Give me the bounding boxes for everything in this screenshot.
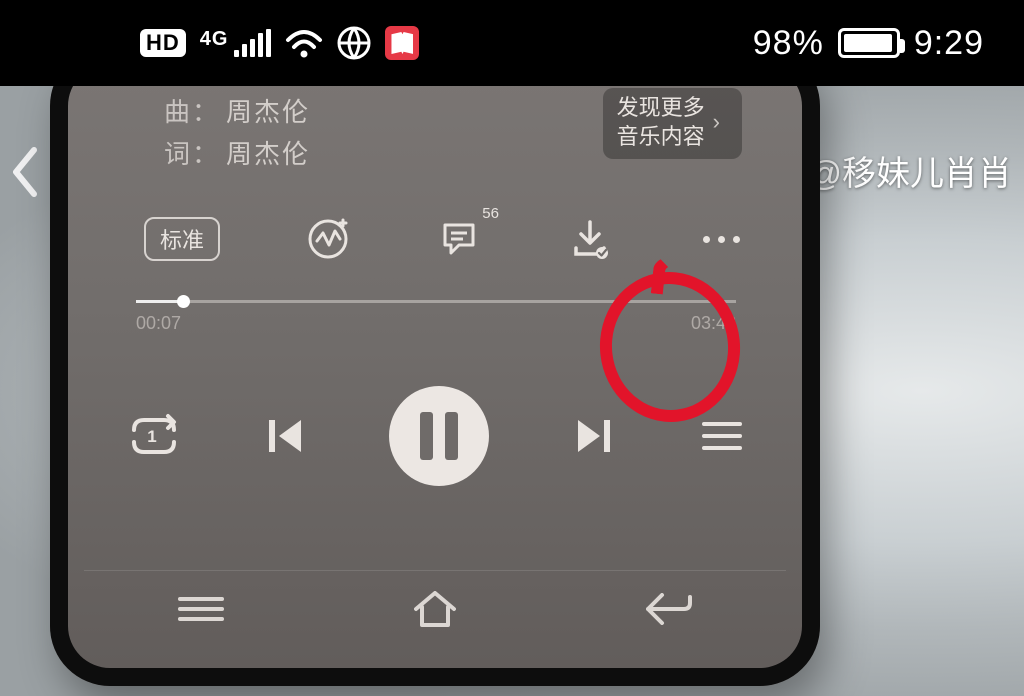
lyricist-name: 周杰伦 [226, 134, 310, 176]
composer-label: 曲： [164, 92, 220, 134]
discover-line2: 音乐内容 [617, 123, 705, 152]
pause-icon [420, 412, 433, 460]
battery-percent: 98% [753, 24, 824, 63]
action-row: 标准 56 [144, 204, 746, 274]
playlist-button[interactable] [698, 416, 746, 456]
music-player-screen: 曲： 周杰伦 词： 周杰伦 发现更多 音乐内容 › 标准 [84, 86, 786, 656]
watermark: @移妹儿肖肖 [807, 146, 1012, 195]
elapsed-time: 00:07 [136, 313, 181, 334]
more-options-button[interactable] [698, 215, 746, 263]
signal-bars-icon [234, 29, 271, 57]
comments-button[interactable]: 56 [435, 215, 483, 263]
previous-track-button[interactable] [261, 412, 309, 460]
total-time: 03:43 [691, 313, 736, 334]
android-nav-bar [84, 570, 786, 646]
cellular-signal-icon: 4G [200, 29, 272, 57]
home-button[interactable] [408, 587, 462, 631]
discover-more-button[interactable]: 发现更多 音乐内容 › [603, 88, 742, 159]
video-frame: @移妹儿肖肖 曲： 周杰伦 词： 周杰伦 发现更多 音乐内容 [0, 86, 1024, 696]
repeat-one-button[interactable]: 1 [124, 412, 180, 460]
lyricist-label: 词： [164, 134, 220, 176]
battery-icon [838, 28, 900, 58]
status-left-cluster: HD 4G [140, 26, 419, 60]
status-right-cluster: 98% 9:29 [753, 24, 984, 63]
clock: 9:29 [914, 24, 984, 63]
book-app-icon [385, 26, 419, 60]
sound-effect-button[interactable] [304, 215, 352, 263]
phone-body: 曲： 周杰伦 词： 周杰伦 发现更多 音乐内容 › 标准 [50, 86, 820, 686]
chevron-right-icon: › [713, 108, 720, 137]
quality-chip[interactable]: 标准 [144, 217, 220, 261]
back-button[interactable] [642, 589, 696, 629]
next-track-button[interactable] [570, 412, 618, 460]
song-credits: 曲： 周杰伦 词： 周杰伦 [164, 92, 310, 175]
discover-line1: 发现更多 [617, 94, 705, 123]
back-icon[interactable] [6, 144, 42, 200]
hd-icon: HD [140, 29, 186, 57]
comment-count: 56 [482, 205, 499, 222]
play-pause-button[interactable] [389, 386, 489, 486]
playback-controls: 1 [124, 376, 746, 496]
network-label: 4G [200, 29, 229, 49]
wifi-icon [285, 28, 323, 58]
progress-bar[interactable]: 00:07 03:43 [136, 300, 736, 334]
composer-name: 周杰伦 [226, 92, 310, 134]
download-button[interactable] [566, 215, 614, 263]
recent-apps-button[interactable] [174, 592, 228, 626]
outer-status-bar: HD 4G 98% 9:29 [0, 0, 1024, 86]
svg-text:1: 1 [147, 427, 156, 446]
pause-icon [445, 412, 458, 460]
globe-data-icon [337, 26, 371, 60]
